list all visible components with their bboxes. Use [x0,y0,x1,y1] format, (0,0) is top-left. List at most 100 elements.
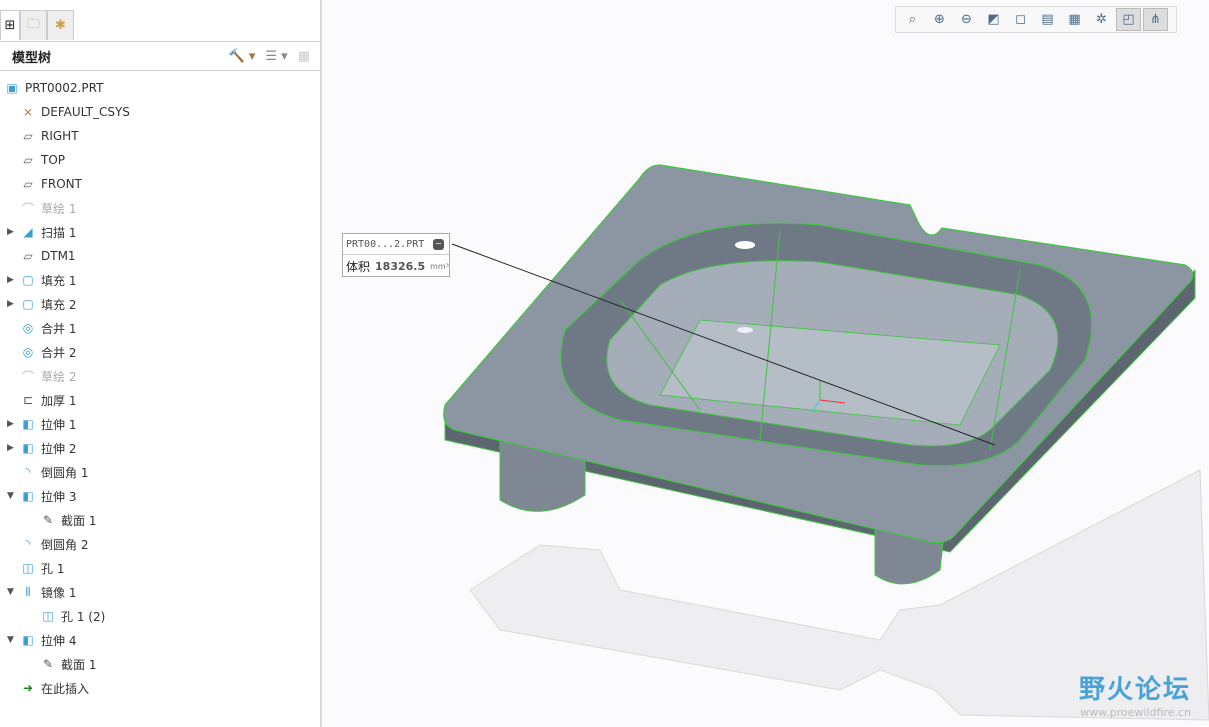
sketch-icon: ⌒ [21,369,34,384]
tree-item[interactable]: ▼ ◧ 拉伸 3 [0,484,320,508]
expand-toggle-icon[interactable]: ▶ [7,299,17,309]
spin-center-icon: ⋔ [1150,12,1161,27]
model-tree: ▣ PRT0002.PRT ⨯ DEFAULT_CSYS ▱ RIGHT ▱ TOP ▱ FRON… [0,76,320,700]
tree-item-label: 截面 1 [61,657,97,672]
zoom-in-icon: ⊕ [934,12,945,27]
merge-icon: ◎ [22,345,34,359]
part-model-3d [443,164,1209,721]
settings-icon[interactable]: 🔨 ▾ [229,49,256,64]
note-title: PRT00...2.PRT [346,238,425,250]
zoom-in-button[interactable]: ⊕ [927,8,952,31]
sketch-icon: ⌒ [21,201,34,216]
tab-folder-browser[interactable]: 🗀 [20,10,47,40]
tree-item-label: 草绘 2 [41,369,77,384]
csys-icon: ⨯ [22,105,34,119]
expand-toggle-icon[interactable]: ▶ [7,443,17,453]
insert-arrow-icon: ➜ [22,681,34,695]
datum-display-icon: ✲ [1096,12,1107,27]
datum-display-button[interactable]: ✲ [1089,8,1114,31]
tree-item[interactable]: ➜ 在此插入 [0,676,320,700]
graphics-area[interactable]: ⌕ ⊕ ⊖ ◩ ◻ ▤ ▦ ✲ ◰ ⋔ [324,0,1209,727]
display-style-icon: ◻ [1015,12,1026,27]
tree-item[interactable]: ✎ 截面 1 [0,508,320,532]
tree-item[interactable]: ▶ ◧ 拉伸 1 [0,412,320,436]
tree-item-label: 倒圆角 2 [41,537,89,552]
tab-model-tree[interactable]: ⊞ [0,10,20,40]
plane-icon: ▱ [23,153,33,167]
tree-item-label: 加厚 1 [41,393,77,408]
tree-item-label: 合并 1 [41,321,77,336]
fill-icon: ▢ [22,297,34,311]
hole-icon: ◫ [42,609,54,623]
tree-item-label: 倒圆角 1 [41,465,89,480]
view-manager-button[interactable]: ▦ [1062,8,1087,31]
note-label: 体积 [346,259,371,274]
repaint-button[interactable]: ◩ [981,8,1006,31]
saved-views-button[interactable]: ▤ [1035,8,1060,31]
tree-item[interactable]: ✎ 截面 1 [0,652,320,676]
tree-item-label: 在此插入 [41,681,90,696]
tree-item[interactable]: ◝ 倒圆角 2 [0,532,320,556]
refit-icon: ⌕ [908,12,917,27]
tree-item[interactable]: ◝ 倒圆角 1 [0,460,320,484]
tree-item[interactable]: ▱ FRONT [0,172,320,196]
tree-item[interactable]: ▱ TOP [0,148,320,172]
expand-toggle-icon[interactable]: ▶ [7,227,17,237]
tree-item[interactable]: ◎ 合并 1 [0,316,320,340]
thicken-icon: ⊏ [22,393,34,407]
tree-item[interactable]: ◎ 合并 2 [0,340,320,364]
tree-item[interactable]: ▱ DTM1 [0,244,320,268]
spin-center-button[interactable]: ⋔ [1143,8,1168,31]
expand-toggle-icon[interactable]: ▼ [7,635,17,645]
tree-item[interactable]: ▱ RIGHT [0,124,320,148]
refit-button[interactable]: ⌕ [900,8,925,31]
tree-item[interactable]: ⊏ 加厚 1 [0,388,320,412]
extrude-icon: ◧ [22,441,34,455]
expand-toggle-icon[interactable]: ▼ [7,491,17,501]
extrude-icon: ◧ [22,489,34,503]
tree-item[interactable]: ▣ PRT0002.PRT [0,76,320,100]
section-icon: ✎ [42,657,54,671]
tree-item-label: 拉伸 2 [41,441,77,456]
tree-item-label: 合并 2 [41,345,77,360]
plane-icon: ▱ [23,177,33,191]
tree-item[interactable]: ▶ ◢ 扫描 1 [0,220,320,244]
tree-item[interactable]: ◫ 孔 1 [0,556,320,580]
expand-toggle-icon[interactable]: ▶ [7,275,17,285]
round-icon: ◝ [25,537,31,551]
tree-item[interactable]: ⌒ 草绘 1 [0,196,320,220]
annotation-display-button[interactable]: ◰ [1116,8,1141,31]
watermark-url: www.proewildfire.cn [1080,706,1191,719]
tree-item-label: 孔 1 (2) [61,609,106,624]
tree-item-label: 孔 1 [41,561,65,576]
display-style-button[interactable]: ◻ [1008,8,1033,31]
tree-item-label: 填充 2 [41,297,77,312]
repaint-icon: ◩ [987,12,1000,27]
note-value: 18326.5 [375,259,426,273]
tree-item[interactable]: ▶ ◧ 拉伸 2 [0,436,320,460]
sweep-icon: ◢ [23,225,33,239]
show-icon[interactable]: ☰ ▾ [265,49,287,64]
tab-favorites[interactable]: ✱ [47,10,74,40]
tree-item[interactable]: ▼ ⫴ 镜像 1 [0,580,320,604]
tree-item-label: 填充 1 [41,273,77,288]
model-tree-panel: ⊞ 🗀 ✱ 模型树 🔨 ▾ ☰ ▾ ▦ ▣ PRT0002.PRT ⨯ DEFAULT… [0,0,322,727]
tree-item-label: 截面 1 [61,513,97,528]
filter-icon[interactable]: ▦ [298,49,310,64]
expand-toggle-icon[interactable]: ▼ [7,587,17,597]
tree-item[interactable]: ▼ ◧ 拉伸 4 [0,628,320,652]
tree-item[interactable]: ▶ ▢ 填充 1 [0,268,320,292]
zoom-out-button[interactable]: ⊖ [954,8,979,31]
fill-icon: ▢ [22,273,34,287]
tree-item-label: 拉伸 3 [41,489,77,504]
measure-note[interactable]: PRT00...2.PRT – 体积 18326.5 mm³ [342,233,450,277]
tree-item[interactable]: ⨯ DEFAULT_CSYS [0,100,320,124]
tree-item-label: PRT0002.PRT [25,81,104,95]
collapse-button[interactable]: – [433,238,444,250]
expand-toggle-icon[interactable]: ▶ [7,419,17,429]
tree-item[interactable]: ◫ 孔 1 (2) [0,604,320,628]
tree-item[interactable]: ⌒ 草绘 2 [0,364,320,388]
favorites-folder-icon: ✱ [55,18,66,33]
part-icon: ▣ [6,81,18,95]
tree-item[interactable]: ▶ ▢ 填充 2 [0,292,320,316]
